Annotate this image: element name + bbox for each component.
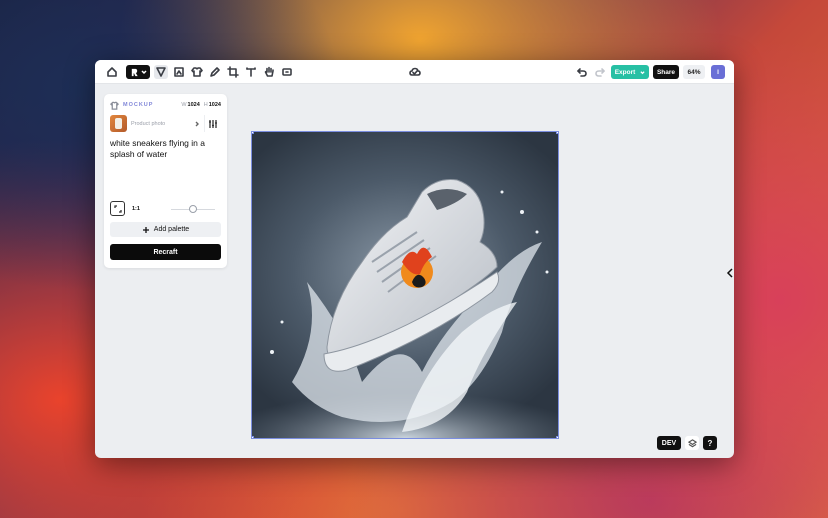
vector-icon[interactable] bbox=[280, 65, 294, 79]
style-thumbnail bbox=[110, 115, 127, 132]
chevron-left-icon[interactable] bbox=[726, 266, 734, 278]
zoom-level[interactable]: 64% bbox=[683, 65, 705, 79]
settings-button[interactable] bbox=[204, 115, 221, 132]
brand-menu-button[interactable] bbox=[126, 65, 150, 79]
hand-icon[interactable] bbox=[262, 65, 276, 79]
panel-header: MOCKUP W1024 H1024 bbox=[110, 100, 221, 110]
sliders-icon bbox=[209, 119, 217, 128]
crop-icon[interactable] bbox=[226, 65, 240, 79]
ratio-label: 1:1 bbox=[132, 205, 140, 212]
resize-handle[interactable] bbox=[556, 436, 558, 438]
resize-handle[interactable] bbox=[252, 436, 254, 438]
share-button[interactable]: Share bbox=[653, 65, 679, 79]
frame-icon[interactable] bbox=[172, 65, 186, 79]
width-value[interactable]: 1024 bbox=[188, 102, 200, 108]
slider-knob[interactable] bbox=[189, 204, 197, 213]
aspect-ratio-icon bbox=[113, 204, 122, 213]
layers-button[interactable] bbox=[685, 436, 699, 450]
height-key: H bbox=[203, 102, 208, 108]
mockup-icon[interactable] bbox=[190, 65, 204, 79]
export-label: Export bbox=[614, 68, 636, 76]
width-key: W bbox=[181, 102, 187, 108]
chevron-down-icon bbox=[640, 70, 645, 74]
prompt-input[interactable]: white sneakers flying in a splash of wat… bbox=[110, 138, 222, 198]
chevron-down-icon bbox=[140, 70, 147, 75]
plus-icon bbox=[142, 226, 149, 233]
help-button[interactable]: ? bbox=[703, 436, 717, 450]
select-icon[interactable] bbox=[154, 65, 168, 79]
avatar[interactable]: I bbox=[711, 65, 725, 79]
undo-icon[interactable] bbox=[575, 65, 589, 79]
ratio-slider[interactable] bbox=[171, 204, 215, 213]
pen-icon[interactable] bbox=[208, 65, 222, 79]
home-icon[interactable] bbox=[105, 65, 119, 79]
add-palette-button[interactable]: Add palette bbox=[110, 222, 221, 237]
ratio-row: 1:1 bbox=[110, 201, 221, 216]
aspect-ratio-button[interactable] bbox=[110, 201, 125, 216]
height-value[interactable]: 1024 bbox=[209, 102, 221, 108]
export-button[interactable]: Export bbox=[611, 65, 649, 79]
top-toolbar: Export Share 64% I bbox=[95, 60, 734, 84]
tshirt-icon bbox=[110, 101, 119, 110]
style-row: Product photo bbox=[110, 115, 221, 132]
mode-label: MOCKUP bbox=[123, 102, 154, 108]
sneaker-image bbox=[252, 179, 558, 438]
layers-icon bbox=[687, 438, 697, 447]
generated-image[interactable] bbox=[251, 131, 559, 439]
dimensions: W1024 H1024 bbox=[181, 102, 221, 108]
brand-icon bbox=[131, 68, 138, 76]
resize-handle[interactable] bbox=[556, 132, 558, 134]
recraft-button[interactable]: Recraft bbox=[110, 244, 221, 260]
resize-handle[interactable] bbox=[252, 132, 254, 134]
dev-button[interactable]: DEV bbox=[657, 436, 681, 450]
generation-panel: MOCKUP W1024 H1024 Product photo white s… bbox=[104, 94, 227, 268]
chevron-right-icon bbox=[195, 121, 199, 126]
text-icon[interactable] bbox=[244, 65, 258, 79]
redo-icon[interactable] bbox=[593, 65, 607, 79]
style-selector[interactable]: Product photo bbox=[110, 115, 200, 132]
add-palette-label: Add palette bbox=[153, 226, 190, 233]
app-window: Export Share 64% I MOCKUP W1024 H1024 Pr… bbox=[95, 60, 734, 458]
cloud-icon[interactable] bbox=[408, 65, 422, 79]
style-name: Product photo bbox=[131, 120, 166, 127]
